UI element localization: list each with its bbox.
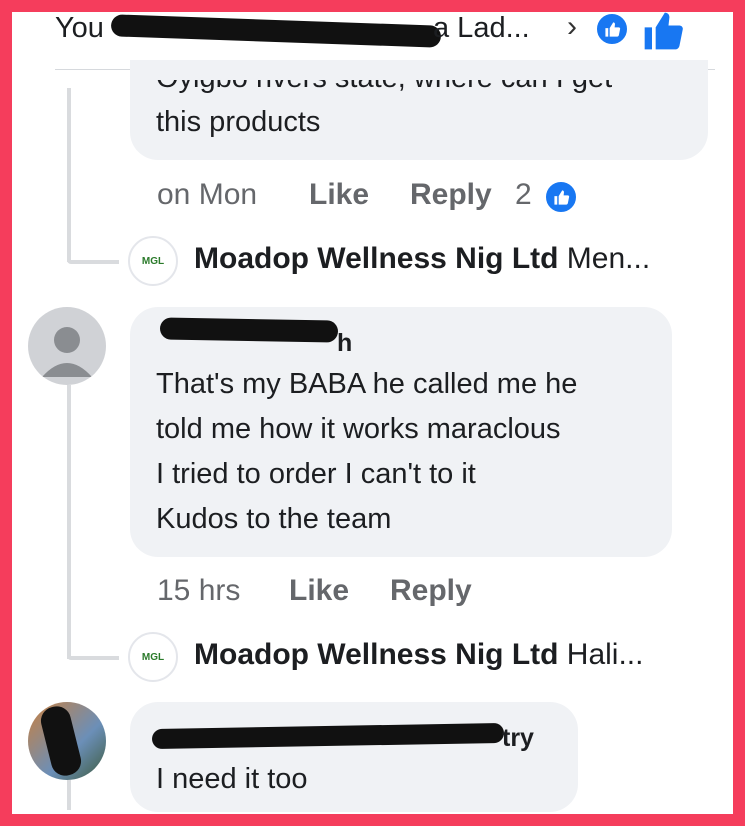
redaction-mark	[151, 722, 505, 750]
redaction-mark	[159, 317, 339, 343]
comment-time[interactable]: 15 hrs	[157, 574, 240, 607]
thread-line	[67, 260, 119, 264]
like-button[interactable]: Like	[309, 178, 369, 212]
redaction-mark	[110, 14, 442, 48]
avatar[interactable]	[28, 702, 106, 780]
reply-snippet: Hali...	[566, 638, 644, 671]
like-reaction-icon	[544, 180, 578, 214]
comment-actions: on Mon Like Reply 2	[157, 178, 532, 212]
avatar[interactable]: MGL	[128, 236, 178, 286]
avatar[interactable]	[28, 307, 106, 385]
default-avatar-icon	[42, 327, 92, 377]
thread-line	[67, 656, 119, 660]
cut-off-text: Oyigbo rivers state, where can I get	[156, 80, 686, 94]
comment-text: this products	[156, 106, 321, 138]
chevron-right-icon[interactable]: ›	[567, 10, 577, 44]
thumbs-up-icon[interactable]	[641, 9, 685, 53]
post-title-end: a Lad...	[433, 12, 530, 44]
thread-line	[67, 88, 71, 262]
avatar[interactable]: MGL	[128, 632, 178, 682]
comment-bubble: h That's my BABA he called me he told me…	[130, 307, 672, 557]
reply-author: Moadop Wellness Nig Ltd	[194, 638, 559, 671]
post-header[interactable]: You a Lad... ›	[55, 6, 695, 50]
reply-snippet: Men...	[566, 242, 651, 275]
post-title-start: You	[55, 12, 104, 44]
thread-line	[67, 385, 71, 659]
reply-button[interactable]: Reply	[390, 574, 472, 608]
redaction-mark	[37, 703, 85, 779]
comment-bubble: Oyigbo rivers state, where can I get thi…	[130, 60, 708, 160]
comment-text: That's my BABA he called me he told me h…	[156, 368, 578, 535]
like-reaction-icon	[595, 12, 629, 46]
comment-time[interactable]: on Mon	[157, 178, 257, 211]
comment-text: I need it too	[156, 763, 308, 795]
reply-preview[interactable]: Moadop Wellness Nig Ltd Hali...	[194, 638, 643, 672]
reaction-count[interactable]: 2	[515, 178, 532, 212]
comment-bubble: try I need it too	[130, 702, 578, 812]
like-button[interactable]: Like	[289, 574, 349, 608]
comment-actions: 15 hrs Like Reply	[157, 574, 472, 608]
reply-button[interactable]: Reply	[410, 178, 492, 212]
reply-author: Moadop Wellness Nig Ltd	[194, 242, 559, 275]
comment-author[interactable]: h	[337, 329, 352, 358]
reply-preview[interactable]: Moadop Wellness Nig Ltd Men...	[194, 242, 650, 276]
thread-line	[67, 780, 71, 810]
comment-author[interactable]: try	[502, 724, 534, 753]
